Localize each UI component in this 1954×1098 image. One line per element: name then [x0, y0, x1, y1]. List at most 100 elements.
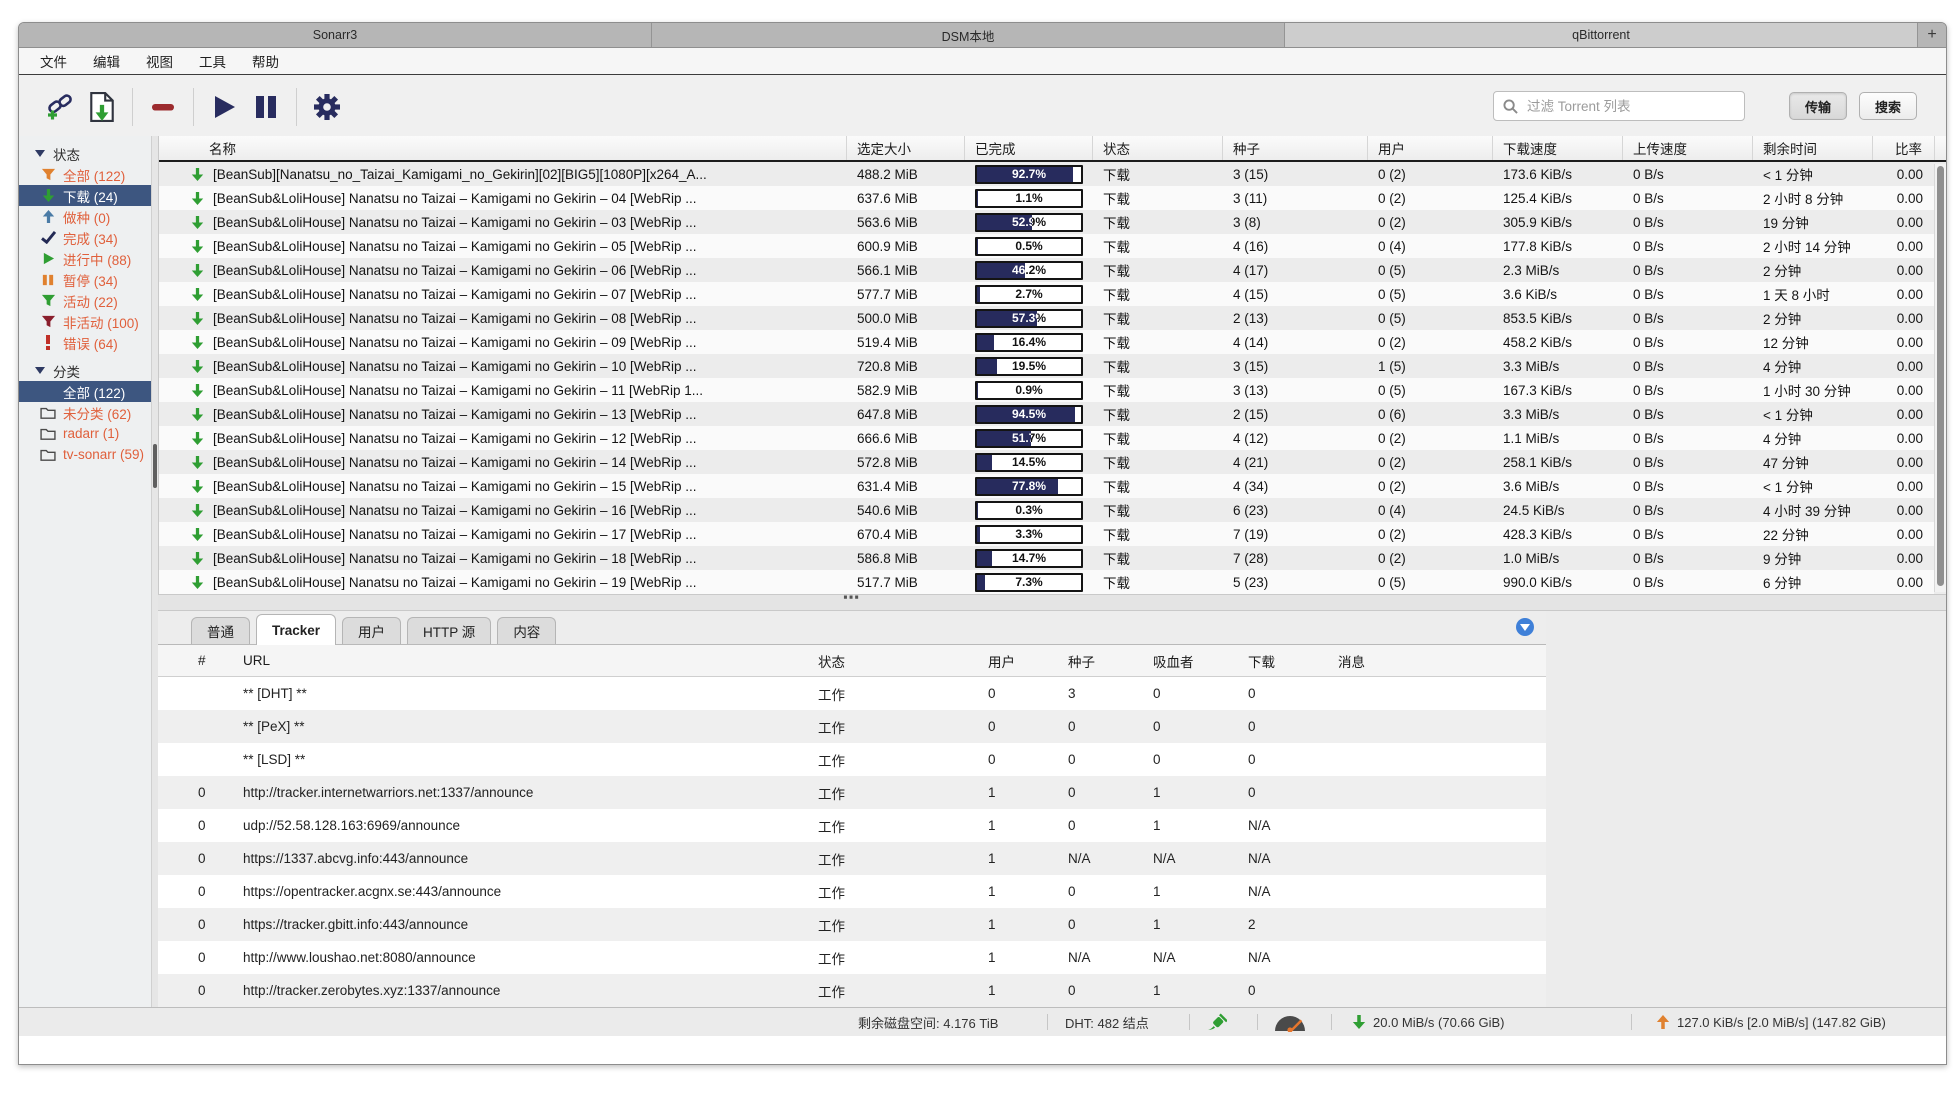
tracker-row[interactable]: ** [DHT] **工作0300 [158, 677, 1546, 710]
tracker-row[interactable]: 0http://tracker.internetwarriors.net:133… [158, 776, 1546, 809]
none-icon [40, 384, 56, 400]
sidebar-item-category[interactable]: tv-sonarr (59) [19, 444, 151, 465]
tracker-row[interactable]: ** [LSD] **工作0000 [158, 743, 1546, 776]
torrent-row[interactable]: [BeanSub&LoliHouse] Nanatsu no Taizai – … [159, 354, 1934, 378]
tracker-column-header[interactable]: 状态 [818, 651, 988, 671]
torrent-column-header[interactable]: 已完成 [965, 136, 1093, 160]
torrent-column-header[interactable]: 比率 [1873, 136, 1935, 160]
torrent-row[interactable]: [BeanSub&LoliHouse] Nanatsu no Taizai – … [159, 330, 1934, 354]
arrow-down-icon [189, 502, 205, 518]
transfers-view-button[interactable]: 传输 [1789, 92, 1847, 120]
tracker-column-header[interactable]: 下载 [1248, 651, 1338, 671]
window-tab[interactable]: Sonarr3 [19, 23, 652, 47]
torrent-filter-input[interactable] [1525, 98, 1735, 115]
menu-item[interactable]: 文件 [27, 51, 80, 71]
tracker-row[interactable]: 0https://opentracker.acgnx.se:443/announ… [158, 875, 1546, 908]
tracker-row[interactable]: 0http://www.loushao.net:8080/announce工作1… [158, 941, 1546, 974]
window-tab[interactable]: qBittorrent [1285, 23, 1918, 47]
torrent-name: [BeanSub&LoliHouse] Nanatsu no Taizai – … [213, 431, 697, 446]
tracker-row[interactable]: ** [PeX] **工作0000 [158, 710, 1546, 743]
sidebar-item-status[interactable]: 活动 (22) [19, 290, 151, 311]
torrent-row[interactable]: [BeanSub&LoliHouse] Nanatsu no Taizai – … [159, 306, 1934, 330]
new-tab-button[interactable]: + [1918, 23, 1946, 47]
details-tab-tracker[interactable]: Tracker [256, 614, 336, 645]
window-tab[interactable]: DSM本地 [652, 23, 1285, 47]
torrent-row[interactable]: [BeanSub&LoliHouse] Nanatsu no Taizai – … [159, 186, 1934, 210]
torrent-list-scrollbar[interactable] [1934, 164, 1946, 592]
sidebar-item-status[interactable]: 错误 (64) [19, 332, 151, 353]
menu-item[interactable]: 编辑 [80, 51, 133, 71]
progress-fill: 7.3% [977, 575, 985, 590]
torrent-column-header[interactable]: 种子 [1223, 136, 1368, 160]
tracker-column-header[interactable]: 消息 [1338, 651, 1546, 671]
torrent-row[interactable]: [BeanSub&LoliHouse] Nanatsu no Taizai – … [159, 474, 1934, 498]
add-torrent-link-button[interactable] [39, 86, 81, 128]
sidebar-item-status[interactable]: 暂停 (34) [19, 269, 151, 290]
sidebar-item-status[interactable]: 进行中 (88) [19, 248, 151, 269]
sidebar-item-status[interactable]: 非活动 (100) [19, 311, 151, 332]
sidebar-item-category[interactable]: 全部 (122) [19, 381, 151, 402]
tracker-row[interactable]: 0https://tracker.gbitt.info:443/announce… [158, 908, 1546, 941]
options-button[interactable] [306, 86, 348, 128]
menu-item[interactable]: 工具 [186, 51, 239, 71]
details-collapse-button[interactable] [1516, 618, 1534, 636]
details-tab-http-源[interactable]: HTTP 源 [407, 617, 491, 644]
torrent-row[interactable]: [BeanSub&LoliHouse] Nanatsu no Taizai – … [159, 378, 1934, 402]
sidebar-item-category[interactable]: 未分类 (62) [19, 402, 151, 423]
torrent-column-header[interactable]: 下载速度 [1493, 136, 1623, 160]
connection-status-icon[interactable] [1207, 1008, 1227, 1036]
col-dl_speed: 177.8 KiB/s [1493, 239, 1623, 254]
torrent-row[interactable]: [BeanSub&LoliHouse] Nanatsu no Taizai – … [159, 426, 1934, 450]
delete-torrent-button[interactable] [142, 86, 184, 128]
torrent-row[interactable]: [BeanSub&LoliHouse] Nanatsu no Taizai – … [159, 234, 1934, 258]
menu-item[interactable]: 帮助 [239, 51, 292, 71]
tracker-row[interactable]: 0http://tracker.zerobytes.xyz:1337/annou… [158, 974, 1546, 1007]
tracker-column-header[interactable]: 吸血者 [1153, 651, 1248, 671]
col-dl_speed: 125.4 KiB/s [1493, 191, 1623, 206]
tracker-row[interactable]: 0udp://52.58.128.163:6969/announce工作101N… [158, 809, 1546, 842]
tracker-col-seeds: 0 [1068, 983, 1153, 998]
torrent-row[interactable]: [BeanSub&LoliHouse] Nanatsu no Taizai – … [159, 546, 1934, 570]
sidebar-item-status[interactable]: 完成 (34) [19, 227, 151, 248]
torrent-row[interactable]: [BeanSub&LoliHouse] Nanatsu no Taizai – … [159, 498, 1934, 522]
add-torrent-file-button[interactable] [81, 86, 123, 128]
sidebar-item-status[interactable]: 全部 (122) [19, 164, 151, 185]
details-tab-普通[interactable]: 普通 [191, 617, 250, 644]
sidebar-scrollbar-thumb[interactable] [153, 444, 157, 488]
torrent-row[interactable]: [BeanSub&LoliHouse] Nanatsu no Taizai – … [159, 210, 1934, 234]
pause-button[interactable] [245, 86, 287, 128]
toolbar-separator [296, 88, 297, 126]
torrent-row[interactable]: [BeanSub&LoliHouse] Nanatsu no Taizai – … [159, 402, 1934, 426]
torrent-row[interactable]: [BeanSub&LoliHouse] Nanatsu no Taizai – … [159, 282, 1934, 306]
torrent-column-header[interactable]: 上传速度 [1623, 136, 1753, 160]
torrent-column-header[interactable]: 状态 [1093, 136, 1223, 160]
details-tab-内容[interactable]: 内容 [497, 617, 556, 644]
menu-item[interactable]: 视图 [133, 51, 186, 71]
col-peers: 0 (2) [1368, 431, 1493, 446]
folder-icon [40, 405, 56, 421]
sidebar-item-status[interactable]: 做种 (0) [19, 206, 151, 227]
tracker-col-peers: 1 [988, 950, 1068, 965]
torrent-list-scrollbar-thumb[interactable] [1937, 166, 1944, 586]
details-tab-用户[interactable]: 用户 [342, 617, 401, 644]
tracker-row[interactable]: 0https://1337.abcvg.info:443/announce工作1… [158, 842, 1546, 875]
speed-limits-gauge-icon[interactable] [1273, 1008, 1307, 1036]
torrent-column-header[interactable]: 剩余时间 [1753, 136, 1873, 160]
torrent-row[interactable]: [BeanSub&LoliHouse] Nanatsu no Taizai – … [159, 258, 1934, 282]
search-view-button[interactable]: 搜索 [1859, 92, 1917, 120]
torrent-column-header[interactable]: 名称 [159, 136, 847, 160]
torrent-column-header[interactable]: 用户 [1368, 136, 1493, 160]
progress-bar: 7.3%7.3% [975, 573, 1083, 592]
torrent-row[interactable]: [BeanSub&LoliHouse] Nanatsu no Taizai – … [159, 450, 1934, 474]
sidebar-item-status[interactable]: 下载 (24) [19, 185, 151, 206]
tracker-column-header[interactable]: URL [243, 653, 818, 668]
splitter-handle[interactable]: ⋯ [158, 588, 1546, 608]
sidebar-item-category[interactable]: radarr (1) [19, 423, 151, 444]
torrent-row[interactable]: [BeanSub&LoliHouse] Nanatsu no Taizai – … [159, 522, 1934, 546]
tracker-column-header[interactable]: 种子 [1068, 651, 1153, 671]
tracker-column-header[interactable]: 用户 [988, 651, 1068, 671]
tracker-column-header[interactable]: # [158, 653, 243, 668]
torrent-row[interactable]: [BeanSub][Nanatsu_no_Taizai_Kamigami_no_… [159, 162, 1934, 186]
torrent-column-header[interactable]: 选定大小 [847, 136, 965, 160]
resume-button[interactable] [203, 86, 245, 128]
